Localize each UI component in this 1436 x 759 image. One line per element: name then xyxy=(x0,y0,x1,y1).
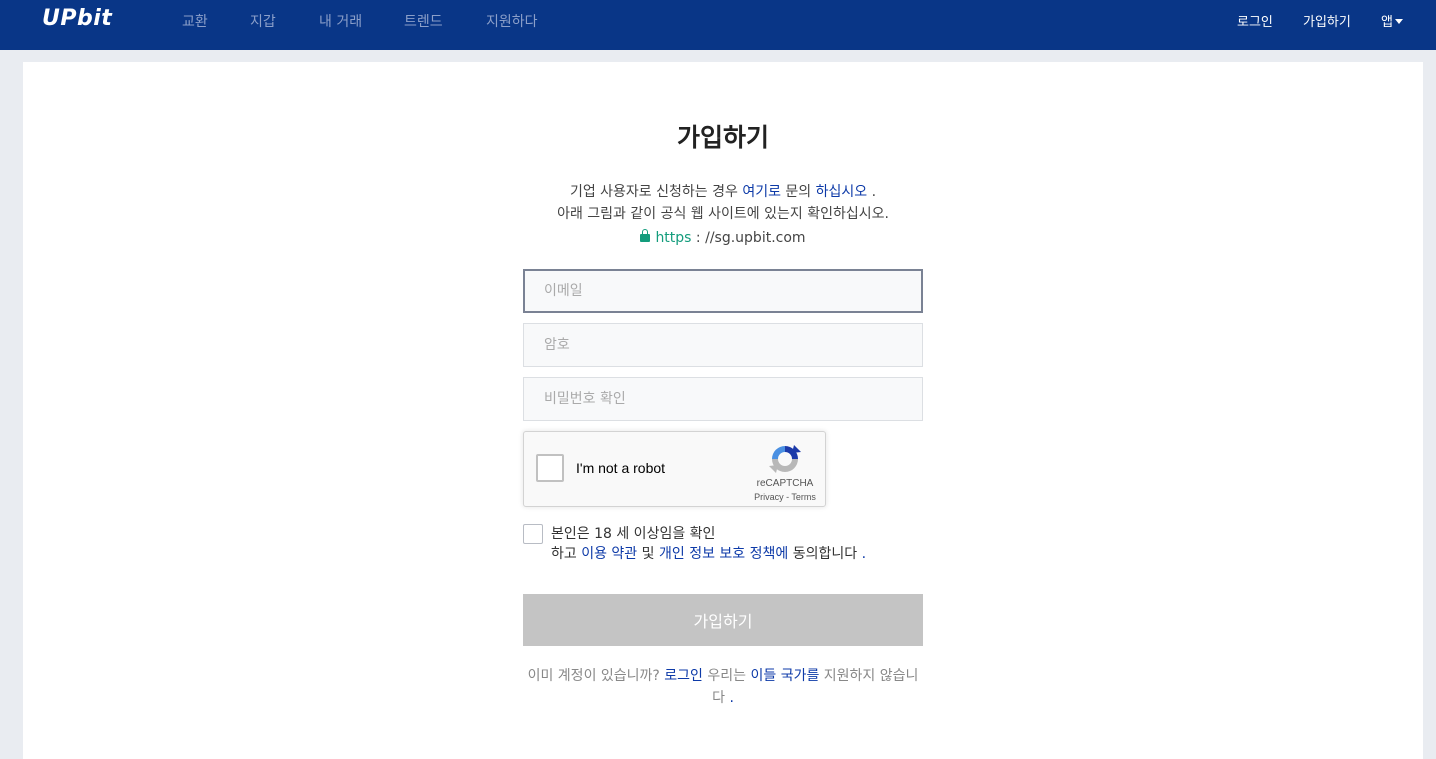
header-signup-link[interactable]: 가입하기 xyxy=(1303,11,1351,30)
header-app-menu[interactable]: 앱 xyxy=(1381,11,1403,30)
password-confirm-input[interactable] xyxy=(523,377,923,421)
agree-text: 하고 xyxy=(551,546,582,562)
nav-trends[interactable]: 트렌드 xyxy=(404,11,443,31)
official-site-notice: 아래 그림과 같이 공식 웹 사이트에 있는지 확인하십시오. xyxy=(557,206,889,222)
notice-text: 기업 사용자로 신청하는 경우 xyxy=(569,184,743,200)
footer-text: 우리는 xyxy=(702,668,751,684)
recaptcha-label: I'm not a robot xyxy=(576,460,666,476)
age-terms-label: 본인은 18 세 이상임을 확인 하고 이용 약관 및 개인 정보 보호 정책에… xyxy=(551,524,866,564)
footer-period: . xyxy=(729,690,734,706)
corporate-inquire-link[interactable]: 하십시오 xyxy=(816,184,868,200)
recaptcha-widget: I'm not a robot reCAPTCHA Privacy - Term… xyxy=(523,431,826,507)
app-menu-label: 앱 xyxy=(1381,15,1393,30)
email-input[interactable] xyxy=(523,269,923,313)
age-terms-checkbox[interactable] xyxy=(523,524,543,544)
nav-exchange[interactable]: 교환 xyxy=(182,11,208,31)
privacy-policy-link[interactable]: 개인 정보 보호 정책에 xyxy=(659,546,788,562)
official-url: https : //sg.upbit.com xyxy=(473,229,973,246)
agree-line-1: 본인은 18 세 이상임을 확인 xyxy=(551,526,716,542)
unsupported-countries-link[interactable]: 이들 국가를 xyxy=(750,668,819,684)
upbit-logo[interactable]: UPbit xyxy=(42,6,112,31)
corporate-here-link[interactable]: 여기로 xyxy=(742,184,781,200)
notice-text: . xyxy=(867,184,877,200)
footer-login-link[interactable]: 로그인 xyxy=(664,668,703,684)
nav-my-trades[interactable]: 내 거래 xyxy=(319,11,362,31)
agree-line-2: 하고 이용 약관 및 개인 정보 보호 정책에 동의합니다 . xyxy=(551,544,866,564)
corporate-notice: 기업 사용자로 신청하는 경우 여기로 문의 하십시오 . xyxy=(473,181,973,201)
nav-wallet[interactable]: 지갑 xyxy=(250,11,276,31)
recaptcha-brand: reCAPTCHA xyxy=(756,478,814,489)
url-scheme: https xyxy=(655,230,692,246)
lock-icon xyxy=(640,229,651,242)
page-title: 가입하기 xyxy=(676,123,769,152)
terms-of-use-link[interactable]: 이용 약관 xyxy=(581,546,637,562)
signup-footer: 이미 계정이 있습니까? 로그인 우리는 이들 국가를 지원하지 않습니다 . xyxy=(523,665,923,709)
header-login-link[interactable]: 로그인 xyxy=(1237,11,1273,30)
recaptcha-checkbox[interactable] xyxy=(536,454,564,482)
url-host: : //sg.upbit.com xyxy=(691,230,806,246)
top-navigation-bar: UPbit 교환 지갑 내 거래 트렌드 지원하다 로그인 가입하기 앱 xyxy=(0,0,1436,50)
nav-support[interactable]: 지원하다 xyxy=(486,11,538,31)
signup-submit-button[interactable]: 가입하기 xyxy=(523,594,923,646)
password-input[interactable] xyxy=(523,323,923,367)
footer-text: 이미 계정이 있습니까? xyxy=(527,668,665,684)
agree-period: . xyxy=(861,546,867,562)
recaptcha-privacy-terms[interactable]: Privacy - Terms xyxy=(742,492,828,502)
notice-text: 문의 xyxy=(780,184,816,200)
agree-text: 동의합니다 xyxy=(788,546,862,562)
agree-text: 및 xyxy=(637,546,659,562)
caret-down-icon xyxy=(1394,19,1403,24)
recaptcha-logo-icon xyxy=(769,445,801,473)
